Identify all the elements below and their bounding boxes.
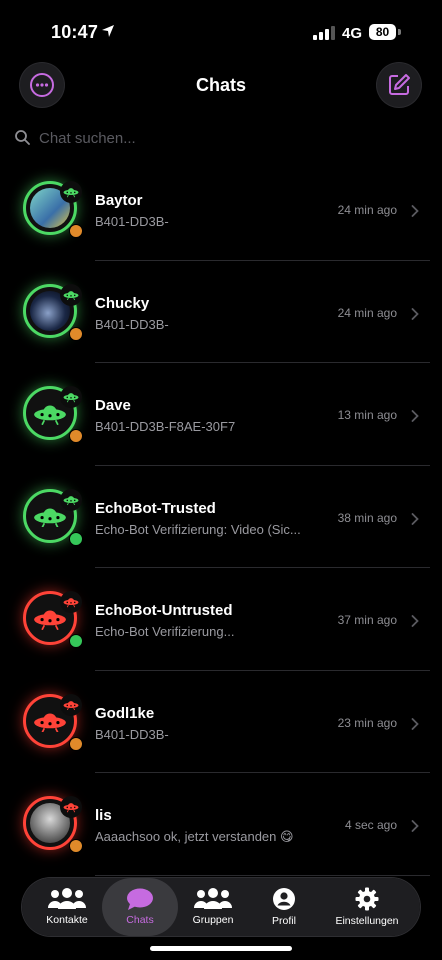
chat-bubble-icon xyxy=(127,888,153,910)
search-input[interactable] xyxy=(39,127,419,149)
status-dot xyxy=(69,326,83,341)
tab-einstellungen[interactable]: Einstellungen xyxy=(326,878,408,936)
status-dot xyxy=(69,634,83,648)
chat-preview: Echo-Bot Verifizierung: Video (Sic... xyxy=(95,521,301,537)
chat-time: 23 min ago xyxy=(337,715,397,730)
tab-profil[interactable]: Profil xyxy=(258,878,310,936)
status-dot xyxy=(69,429,83,443)
chat-row[interactable]: Godl1ke B401-DD3B- 23 min ago xyxy=(0,671,442,773)
avatar xyxy=(23,693,83,751)
gear-icon xyxy=(355,887,379,911)
chat-row[interactable]: lis Aaaachsoo ok, jetzt verstanden 😋 4 s… xyxy=(0,773,442,876)
ufo-badge-icon xyxy=(60,386,82,408)
avatar xyxy=(23,488,83,546)
battery-tip xyxy=(398,29,401,35)
chat-row[interactable]: Dave B401-DD3B-F8AE-30F7 13 min ago xyxy=(0,363,442,466)
chat-time: 24 min ago xyxy=(337,203,397,217)
tab-bar: Kontakte Chats Gruppen Profil Einstellun… xyxy=(22,878,420,936)
chat-name: EchoBot-Untrusted xyxy=(95,602,233,619)
search-icon xyxy=(15,130,30,145)
status-dot xyxy=(69,736,83,751)
tab-label: Chats xyxy=(126,914,154,926)
chat-name: Baytor xyxy=(95,192,143,209)
battery-icon: 80 xyxy=(369,24,396,40)
tab-gruppen[interactable]: Gruppen xyxy=(182,878,244,936)
chevron-right-icon xyxy=(411,205,419,217)
chat-preview: B401-DD3B-F8AE-30F7 xyxy=(95,419,236,434)
chat-preview: B401-DD3B- xyxy=(95,726,169,742)
tab-label: Einstellungen xyxy=(335,915,399,927)
tab-chats[interactable]: Chats xyxy=(102,878,178,936)
chevron-right-icon xyxy=(411,410,419,422)
chevron-right-icon xyxy=(411,717,419,730)
profile-icon xyxy=(273,888,295,910)
ufo-badge-icon xyxy=(60,693,82,716)
tab-label: Profil xyxy=(272,915,296,927)
chat-time: 13 min ago xyxy=(337,408,397,422)
contacts-icon xyxy=(48,888,86,909)
avatar xyxy=(23,181,83,238)
avatar xyxy=(23,386,83,443)
compose-icon xyxy=(389,74,410,95)
status-bar: 10:47 4G 80 xyxy=(0,0,442,64)
chat-list: Baytor B401-DD3B- 24 min ago Chucky B401… xyxy=(0,158,442,876)
page-title: Chats xyxy=(195,75,246,95)
new-chat-button[interactable] xyxy=(377,63,421,107)
tab-label: Gruppen xyxy=(192,914,234,926)
ufo-badge-icon xyxy=(60,591,82,613)
network-type: 4G xyxy=(342,25,363,42)
status-dot xyxy=(69,224,83,238)
ufo-badge-icon xyxy=(60,796,82,818)
tab-kontakte[interactable]: Kontakte xyxy=(32,878,102,936)
chat-name: Chucky xyxy=(95,294,150,312)
status-dot xyxy=(69,531,83,546)
chat-row[interactable]: Baytor B401-DD3B- 24 min ago xyxy=(0,158,442,261)
chat-preview: B401-DD3B- xyxy=(95,214,169,229)
signal-icon xyxy=(313,26,335,40)
chat-name: Dave xyxy=(95,397,131,414)
avatar xyxy=(23,796,83,853)
groups-icon xyxy=(194,888,232,909)
status-time: 10:47 xyxy=(51,22,99,42)
chevron-right-icon xyxy=(411,512,419,525)
chat-preview: B401-DD3B- xyxy=(95,316,169,332)
chat-name: EchoBot-Trusted xyxy=(95,499,216,517)
chevron-right-icon xyxy=(411,615,419,627)
chat-preview: Aaaachsoo ok, jetzt verstanden 😋 xyxy=(95,829,294,844)
chat-time: 37 min ago xyxy=(337,613,397,627)
location-arrow-icon xyxy=(102,25,114,37)
ufo-badge-icon xyxy=(60,181,82,203)
home-indicator xyxy=(150,946,292,951)
chat-time: 4 sec ago xyxy=(344,818,397,832)
chat-name: lis xyxy=(95,807,112,824)
tab-label: Kontakte xyxy=(46,914,88,926)
chat-time: 38 min ago xyxy=(337,510,397,525)
chat-time: 24 min ago xyxy=(337,305,397,320)
chevron-right-icon xyxy=(411,820,419,832)
avatar xyxy=(23,591,83,648)
chat-row[interactable]: EchoBot-Trusted Echo-Bot Verifizierung: … xyxy=(0,466,442,568)
search-bar[interactable] xyxy=(15,127,425,149)
ufo-badge-icon xyxy=(60,283,82,306)
avatar xyxy=(23,283,83,341)
chevron-right-icon xyxy=(411,307,419,320)
chat-name: Godl1ke xyxy=(95,704,155,722)
chat-row[interactable]: Chucky B401-DD3B- 24 min ago xyxy=(0,261,442,363)
row-divider xyxy=(95,874,430,876)
ufo-badge-icon xyxy=(60,488,82,511)
chat-preview: Echo-Bot Verifizierung... xyxy=(95,624,235,639)
status-dot xyxy=(69,839,83,853)
chat-row[interactable]: EchoBot-Untrusted Echo-Bot Verifizierung… xyxy=(0,568,442,671)
